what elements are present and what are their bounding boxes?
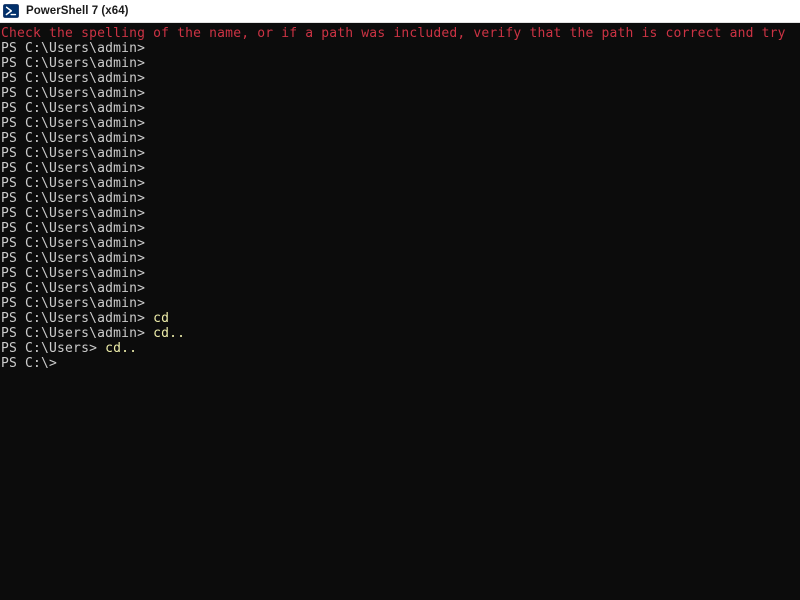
terminal-output[interactable]: Check the spelling of the name, or if a …: [0, 24, 800, 600]
terminal-prompt-line: PS C:\Users\admin>: [1, 221, 800, 236]
terminal-prompt-line: PS C:\Users\admin>: [1, 266, 800, 281]
prompt-text: PS C:\>: [1, 356, 58, 371]
command-text: cd..: [153, 326, 186, 341]
terminal-prompt-line: PS C:\Users\admin>: [1, 101, 800, 116]
window-title: PowerShell 7 (x64): [26, 4, 129, 17]
terminal-command-line: PS C:\Users\admin> cd..: [1, 326, 800, 341]
prompt-text: PS C:\Users\admin>: [1, 71, 146, 86]
window-titlebar[interactable]: PowerShell 7 (x64): [0, 0, 800, 23]
terminal-prompt-line: PS C:\Users\admin>: [1, 191, 800, 206]
prompt-text: PS C:\Users\admin>: [1, 236, 146, 251]
terminal-command-line: PS C:\Users\admin> cd: [1, 311, 800, 326]
terminal-prompt-line: PS C:\Users\admin>: [1, 161, 800, 176]
error-text: Check the spelling of the name, or if a …: [1, 26, 786, 41]
prompt-text: PS C:\Users\admin>: [1, 176, 146, 191]
prompt-text: PS C:\Users\admin>: [1, 41, 146, 56]
terminal-prompt-line: PS C:\Users\admin>: [1, 206, 800, 221]
prompt-text: PS C:\Users\admin>: [1, 266, 146, 281]
terminal-prompt-line: PS C:\Users\admin>: [1, 116, 800, 131]
powershell-icon: [3, 4, 19, 18]
terminal-prompt-line: PS C:\Users\admin>: [1, 176, 800, 191]
terminal-prompt-line: PS C:\Users\admin>: [1, 56, 800, 71]
prompt-text: PS C:\Users\admin>: [1, 206, 146, 221]
terminal-prompt-line: PS C:\Users\admin>: [1, 41, 800, 56]
prompt-text: PS C:\Users\admin>: [1, 191, 146, 206]
terminal-prompt-line: PS C:\Users\admin>: [1, 251, 800, 266]
terminal-prompt-line: PS C:\Users\admin>: [1, 146, 800, 161]
terminal-prompt-line: PS C:\Users\admin>: [1, 236, 800, 251]
terminal-prompt-line: PS C:\Users\admin>: [1, 86, 800, 101]
prompt-text: PS C:\Users\admin>: [1, 116, 146, 131]
terminal-error-line: Check the spelling of the name, or if a …: [1, 26, 800, 41]
prompt-text: PS C:\Users\admin>: [1, 311, 154, 326]
terminal-prompt-line: PS C:\Users\admin>: [1, 296, 800, 311]
prompt-text: PS C:\Users\admin>: [1, 281, 146, 296]
terminal-prompt-line: PS C:\Users\admin>: [1, 131, 800, 146]
prompt-text: PS C:\Users\admin>: [1, 161, 146, 176]
powershell-window: PowerShell 7 (x64) Check the spelling of…: [0, 0, 800, 600]
terminal-prompt-line: PS C:\>: [1, 356, 800, 371]
prompt-text: PS C:\Users\admin>: [1, 326, 154, 341]
terminal-prompt-line: PS C:\Users\admin>: [1, 71, 800, 86]
terminal-command-line: PS C:\Users> cd..: [1, 341, 800, 356]
prompt-text: PS C:\Users\admin>: [1, 101, 146, 116]
prompt-text: PS C:\Users>: [1, 341, 106, 356]
prompt-text: PS C:\Users\admin>: [1, 146, 146, 161]
prompt-text: PS C:\Users\admin>: [1, 86, 146, 101]
prompt-text: PS C:\Users\admin>: [1, 221, 146, 236]
prompt-text: PS C:\Users\admin>: [1, 251, 146, 266]
command-text: cd: [153, 311, 170, 326]
prompt-text: PS C:\Users\admin>: [1, 296, 146, 311]
prompt-text: PS C:\Users\admin>: [1, 56, 146, 71]
terminal-prompt-line: PS C:\Users\admin>: [1, 281, 800, 296]
prompt-text: PS C:\Users\admin>: [1, 131, 146, 146]
command-text: cd..: [105, 341, 138, 356]
